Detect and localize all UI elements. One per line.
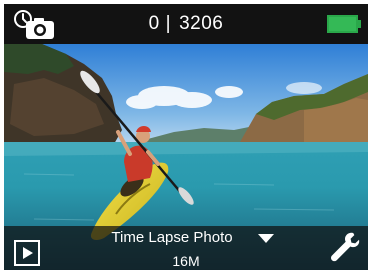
shot-counter: 0 | 3206 [4, 13, 368, 35]
battery-full-icon [327, 15, 361, 33]
battery-level [329, 17, 356, 31]
counter-separator: | [165, 13, 172, 34]
status-bar: 0 | 3206 [4, 4, 368, 44]
chevron-down-icon[interactable] [258, 234, 274, 243]
shots-taken: 0 [148, 13, 160, 34]
mode-label[interactable]: Time Lapse Photo [4, 229, 368, 246]
resolution-label: 16M [172, 253, 200, 269]
wrench-icon[interactable] [328, 230, 362, 264]
camera-screen: 0 | 3206 Time Lapse Photo 16M [4, 4, 368, 270]
shots-remaining: 3206 [179, 13, 224, 34]
bottom-bar: Time Lapse Photo 16M [4, 226, 368, 270]
